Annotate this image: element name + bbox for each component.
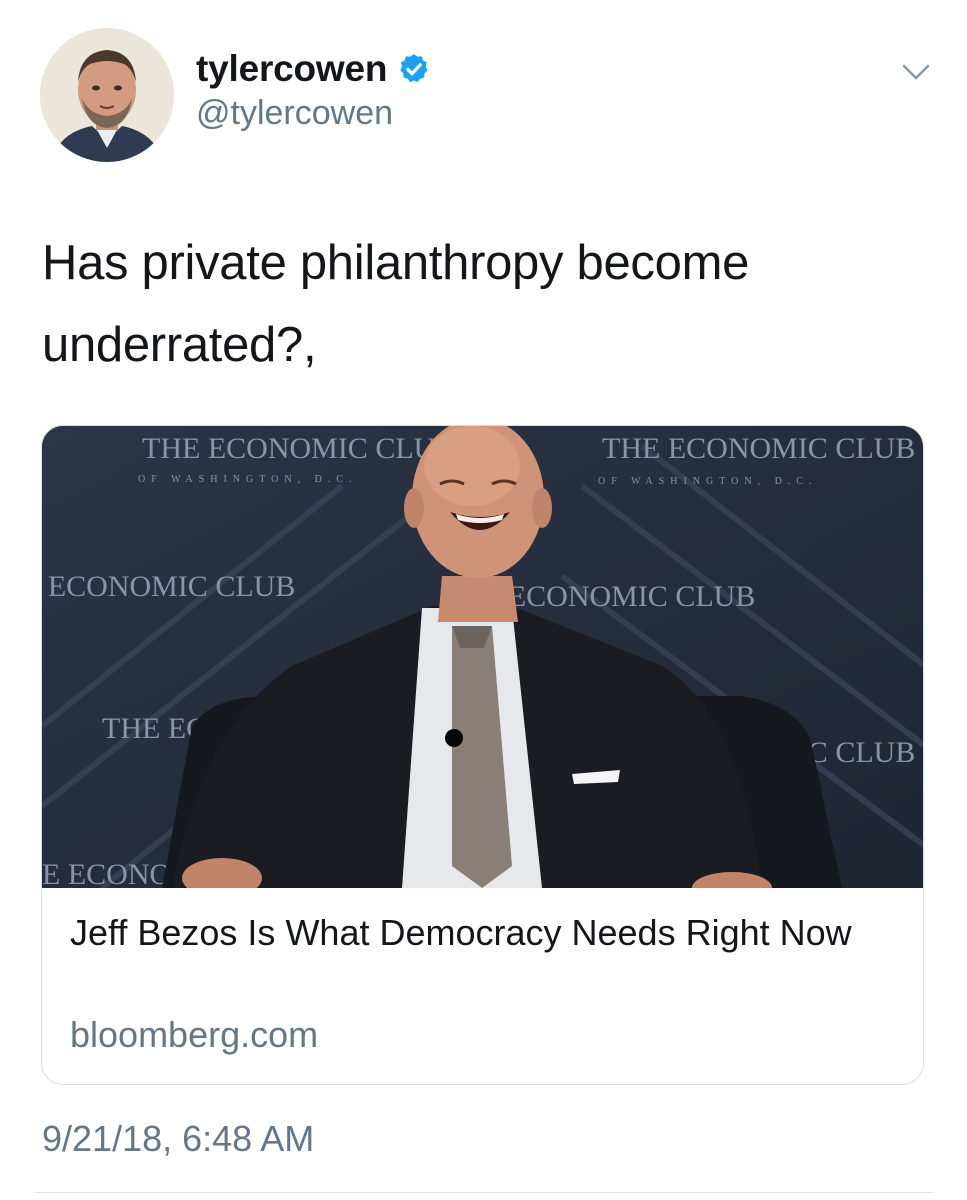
divider (34, 1192, 934, 1193)
card-domain: bloomberg.com (70, 1014, 319, 1055)
link-card[interactable]: THE ECONOMIC CLUB THE ECONOMIC CLUB THE … (41, 425, 924, 1085)
backdrop-sub-2: OF WASHINGTON, D.C. (598, 476, 817, 487)
backdrop-sub-1: OF WASHINGTON, D.C. (138, 474, 357, 485)
author-name-row: tylercowen (196, 46, 431, 92)
backdrop-logo-2: THE ECONOMIC CLUB (602, 432, 915, 465)
handle[interactable]: @tylercowen (196, 94, 393, 133)
display-name[interactable]: tylercowen (196, 48, 387, 90)
backdrop-logo-1: THE ECONOMIC CLUB (142, 432, 455, 465)
timestamp[interactable]: 9/21/18, 6:48 AM (42, 1118, 314, 1160)
avatar[interactable] (40, 28, 174, 162)
chevron-down-icon[interactable] (901, 62, 931, 82)
verified-badge-icon (397, 52, 431, 86)
tweet-text: Has private philanthropy become underrat… (42, 236, 750, 372)
card-image: THE ECONOMIC CLUB THE ECONOMIC CLUB THE … (42, 426, 923, 888)
backdrop-logo-3: THE ECONOMIC CLUB (42, 570, 295, 603)
tweet: tylercowen @tylercowen Has private phila… (0, 0, 967, 1200)
card-title[interactable]: Jeff Bezos Is What Democracy Needs Right… (70, 910, 890, 956)
avatar-image (40, 28, 174, 162)
